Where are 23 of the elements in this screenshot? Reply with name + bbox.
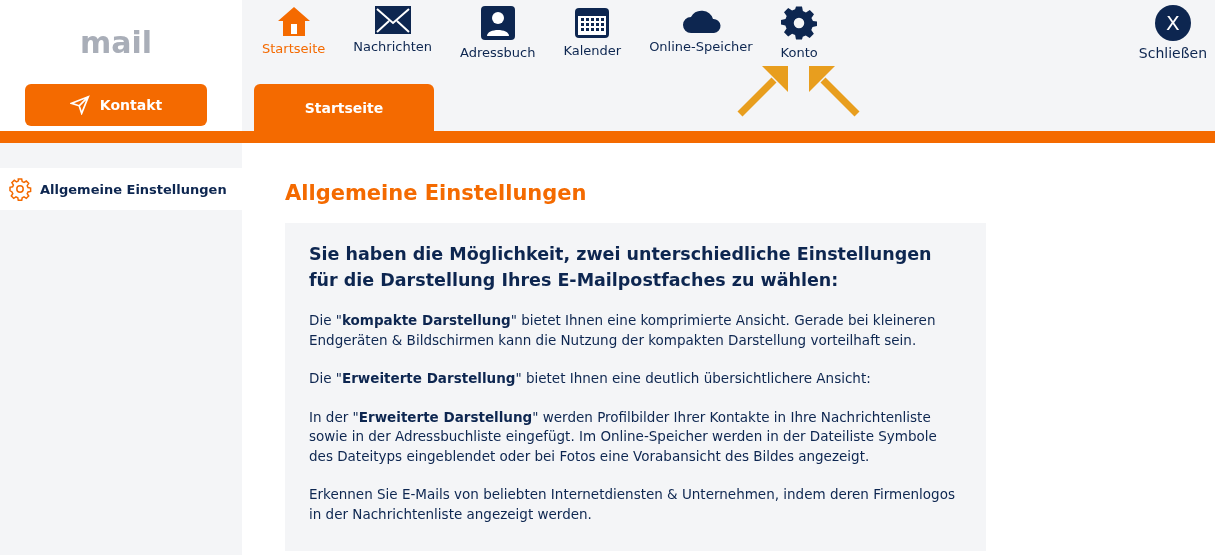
nav-item[interactable]: Online-Speicher [649, 0, 753, 54]
arrow-icon [807, 63, 861, 118]
envelope-icon [373, 5, 412, 35]
page-title: Allgemeine Einstellungen [285, 181, 588, 205]
settings-icon [781, 5, 818, 41]
paragraph: Die "Erweiterte Darstellung" bietet Ihnen eine deutlich übersichtlichere Ansicht: [309, 369, 872, 388]
nav-item[interactable]: Konto [780, 0, 818, 60]
logo: mail [79, 23, 153, 62]
contact-card-icon [479, 5, 516, 41]
arrow-icon [736, 63, 790, 118]
sidebar-item[interactable]: Allgemeine Einstellungen [0, 168, 242, 210]
settings-icon [8, 177, 32, 201]
calendar-icon [574, 5, 611, 39]
close-icon: X [1154, 5, 1191, 41]
paragraph: Erkennen Sie E-Mails von beliebten Internetdiensten & Unternehmen, indem deren Firmenlogos in der Nachrichtenliste angezeigt werden. [309, 485, 956, 524]
paper-plane-icon [69, 95, 90, 115]
paragraph: Die "kompakte Darstellung" bietet Ihnen eine komprimierte Ansicht. Gerade bei kleineren Endgeräten & Bildschirmen kann die Nutzung der kompakten Darstellung vorteilhaft sein. [309, 311, 937, 350]
nav-item[interactable]: Nachrichten [353, 0, 432, 54]
paragraph: In der "Erweiterte Darstellung" werden Profilbilder Ihrer Kontakte in Ihre Nachrichtenliste sowie in der Adressbuchliste eingefügt. Im Online-Speicher werden in der Dateiliste Symbole des Dateityps eingeblendet oder bei Fotos eine Vorabansicht des Bildes angezeigt. [309, 407, 938, 466]
close-button[interactable]: X Schließen [1138, 5, 1207, 61]
nav-item[interactable]: Kalender [563, 0, 622, 58]
nav-item[interactable]: Adressbuch [460, 0, 536, 60]
intro-text: Sie haben die Möglichkeit, zwei unterschiedliche Einstellungen für die Darstellung Ihres E-Mailpostfaches zu wählen: [309, 243, 933, 292]
